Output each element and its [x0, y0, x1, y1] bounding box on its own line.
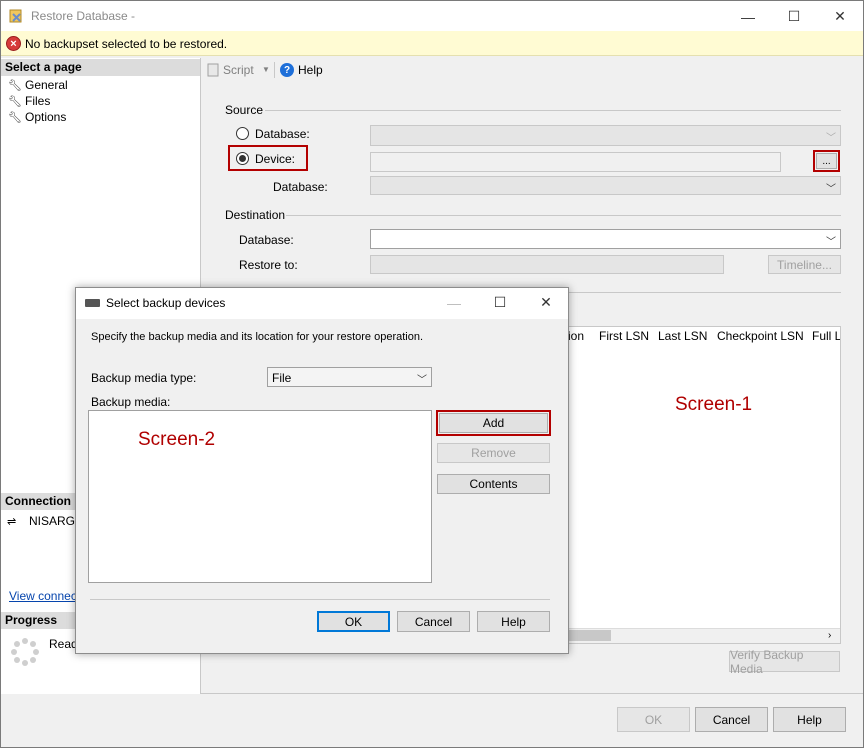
- source-group-label: Source: [225, 103, 264, 117]
- page-item-label: General: [25, 78, 68, 92]
- chevron-down-icon: ﹀: [826, 237, 836, 248]
- tape-drive-icon: [85, 299, 100, 307]
- destination-divider: [286, 215, 841, 216]
- media-type-label: Backup media type:: [91, 371, 197, 385]
- timeline-button[interactable]: Timeline...: [768, 255, 841, 274]
- minimize-button[interactable]: —: [725, 2, 771, 31]
- device-radio[interactable]: [236, 152, 249, 165]
- help-icon: ?: [280, 63, 294, 77]
- help-button[interactable]: Help: [298, 63, 323, 77]
- grid-col-checkpoint-lsn[interactable]: Checkpoint LSN: [717, 329, 804, 343]
- cancel-button[interactable]: Cancel: [695, 707, 768, 732]
- app-icon: [9, 8, 25, 24]
- add-button[interactable]: Add: [439, 413, 548, 433]
- chevron-down-icon: ﹀: [417, 375, 427, 386]
- dialog-divider: [90, 599, 550, 600]
- device-radio-label: Device:: [255, 152, 296, 166]
- script-dropdown-arrow-icon[interactable]: ▼: [262, 65, 270, 74]
- media-type-value: File: [272, 371, 292, 385]
- backup-media-label: Backup media:: [91, 395, 171, 409]
- dialog-title-bar: Select backup devices — ☐ ✕: [76, 288, 568, 319]
- dialog-title: Select backup devices: [106, 296, 226, 310]
- select-backup-devices-dialog: Select backup devices — ☐ ✕ Specify the …: [75, 287, 569, 654]
- dialog-close-button[interactable]: ✕: [523, 288, 569, 317]
- dialog-ok-button[interactable]: OK: [317, 611, 390, 632]
- restore-to-label: Restore to:: [239, 258, 298, 272]
- source-database-select: ﹀: [370, 125, 841, 146]
- title-bar: Restore Database - — ☐ ✕: [1, 1, 863, 31]
- ok-button[interactable]: OK: [617, 707, 690, 732]
- dialog-help-button[interactable]: Help: [477, 611, 550, 632]
- grid-col-full-lsn[interactable]: Full LS: [812, 329, 840, 343]
- progress-spinner-icon: [10, 637, 40, 667]
- screen-2-annotation: Screen-2: [138, 429, 216, 450]
- help-footer-button[interactable]: Help: [773, 707, 846, 732]
- dialog-description: Specify the backup media and its locatio…: [91, 331, 424, 343]
- connection-icon: ⇌: [7, 516, 17, 528]
- device-database-label: Database:: [273, 180, 328, 194]
- dialog-minimize-button[interactable]: —: [431, 288, 477, 317]
- dialog-cancel-button[interactable]: Cancel: [397, 611, 470, 632]
- dialog-maximize-button[interactable]: ☐: [477, 288, 523, 317]
- progress-status: Read: [49, 637, 78, 651]
- footer-separator: [201, 693, 863, 694]
- destination-group-label: Destination: [225, 208, 286, 222]
- backup-sets-grid: [566, 326, 841, 644]
- source-divider: [265, 110, 841, 111]
- contents-button[interactable]: Contents: [437, 474, 550, 494]
- page-item-label: Options: [25, 110, 67, 124]
- scrollbar-thumb[interactable]: [567, 630, 611, 641]
- wrench-icon: 🔧︎: [8, 111, 22, 124]
- device-path-field: [370, 152, 781, 172]
- remove-button[interactable]: Remove: [437, 443, 550, 463]
- page-item-files[interactable]: 🔧︎ Files: [8, 94, 50, 108]
- chevron-down-icon: ﹀: [826, 184, 836, 195]
- chevron-down-icon: ﹀: [826, 133, 836, 144]
- wrench-icon: 🔧︎: [8, 95, 22, 108]
- page-item-options[interactable]: 🔧︎ Options: [8, 110, 66, 124]
- view-connection-link[interactable]: View connecti: [9, 589, 83, 603]
- device-database-select: ﹀: [370, 176, 841, 195]
- grid-col-last-lsn[interactable]: Last LSN: [658, 329, 707, 343]
- media-type-select[interactable]: File ﹀: [267, 367, 432, 387]
- grid-col-position[interactable]: ion: [568, 329, 584, 343]
- plan-divider: [566, 292, 841, 293]
- window-title: Restore Database -: [31, 9, 136, 23]
- database-radio-label: Database:: [255, 127, 310, 141]
- database-radio[interactable]: [236, 127, 249, 140]
- close-button[interactable]: ✕: [817, 2, 863, 31]
- error-icon: ×: [6, 36, 21, 51]
- toolbar-separator: [274, 62, 275, 78]
- browse-device-button[interactable]: ...: [816, 153, 837, 169]
- destination-database-select[interactable]: ﹀: [370, 229, 841, 249]
- scroll-right-icon[interactable]: ›: [828, 630, 831, 641]
- screen-1-annotation: Screen-1: [675, 394, 753, 415]
- grid-col-first-lsn[interactable]: First LSN: [599, 329, 649, 343]
- script-button[interactable]: Script: [223, 63, 254, 77]
- verify-backup-media-button[interactable]: Verify Backup Media: [729, 648, 840, 676]
- page-item-label: Files: [25, 94, 51, 108]
- info-message: No backupset selected to be restored.: [25, 37, 228, 51]
- destination-database-label: Database:: [239, 233, 294, 247]
- wrench-icon: 🔧︎: [8, 79, 22, 92]
- select-page-header: Select a page: [1, 59, 200, 76]
- script-icon: [206, 63, 220, 77]
- page-item-general[interactable]: 🔧︎ General: [8, 78, 68, 92]
- restore-to-field: [370, 255, 724, 274]
- maximize-button[interactable]: ☐: [771, 2, 817, 31]
